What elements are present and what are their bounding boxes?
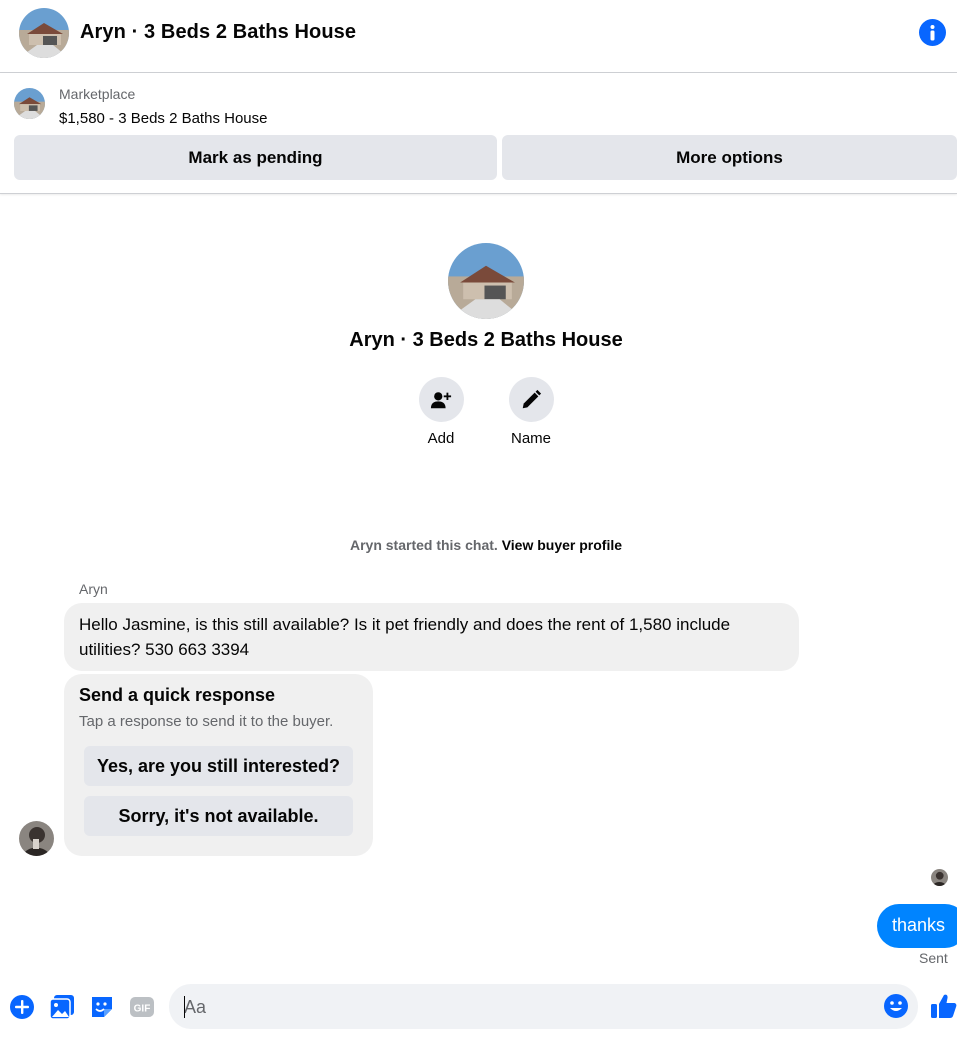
edit-name-action[interactable]: Name xyxy=(501,377,561,447)
add-person-action[interactable]: Add xyxy=(411,377,471,447)
more-options-button[interactable]: More options xyxy=(502,135,957,180)
chat-started-text: Aryn started this chat. xyxy=(349,537,498,553)
name-label: Name xyxy=(510,430,551,447)
buyer-avatar[interactable] xyxy=(19,821,54,856)
pencil-icon[interactable] xyxy=(508,377,554,422)
listing-thumbnail[interactable] xyxy=(14,88,45,119)
listing-avatar[interactable] xyxy=(19,8,69,58)
svg-text:GIF: GIF xyxy=(134,1004,151,1015)
text-caret xyxy=(184,996,185,1018)
quick-response-yes-button[interactable]: Yes, are you still interested? xyxy=(84,746,353,786)
quick-response-card: Send a quick response Tap a response to … xyxy=(64,674,373,856)
profile-name: Aryn · 3 Beds 2 Baths House xyxy=(349,329,623,351)
plus-icon[interactable] xyxy=(9,994,35,1020)
add-label: Add xyxy=(427,430,455,447)
incoming-message: Hello Jasmine, is this still available? … xyxy=(64,603,799,671)
mark-as-pending-button[interactable]: Mark as pending xyxy=(14,135,497,180)
like-icon[interactable] xyxy=(930,992,957,1020)
outgoing-message: thanks xyxy=(877,904,957,948)
listing-price-title[interactable]: $1,580 - 3 Beds 2 Baths House xyxy=(59,110,267,127)
sender-name: Aryn xyxy=(79,581,108,597)
quick-response-title: Send a quick response xyxy=(79,685,276,705)
chat-title: Aryn · 3 Beds 2 Baths House xyxy=(80,21,357,43)
info-icon[interactable] xyxy=(919,19,946,46)
message-input[interactable] xyxy=(184,994,874,1020)
gif-icon[interactable]: GIF xyxy=(129,994,155,1020)
profile-avatar xyxy=(448,243,524,319)
add-person-icon[interactable] xyxy=(418,377,464,422)
sticker-icon[interactable] xyxy=(89,994,115,1020)
message-composer[interactable] xyxy=(169,984,918,1029)
quick-response-no-button[interactable]: Sorry, it's not available. xyxy=(84,796,353,836)
emoji-icon[interactable] xyxy=(882,992,910,1020)
quick-response-subtitle: Tap a response to send it to the buyer. xyxy=(79,713,334,730)
sent-status: Sent xyxy=(919,950,948,966)
marketplace-listing-bar: Marketplace $1,580 - 3 Beds 2 Baths Hous… xyxy=(0,73,957,194)
photo-icon[interactable] xyxy=(49,994,75,1020)
listing-source: Marketplace xyxy=(59,86,136,102)
seen-avatar xyxy=(931,869,948,886)
view-buyer-profile-link[interactable]: View buyer profile xyxy=(502,537,622,553)
chat-started-notice: Aryn started this chat. View buyer profi… xyxy=(0,537,957,553)
chat-header: Aryn · 3 Beds 2 Baths House xyxy=(0,0,957,73)
